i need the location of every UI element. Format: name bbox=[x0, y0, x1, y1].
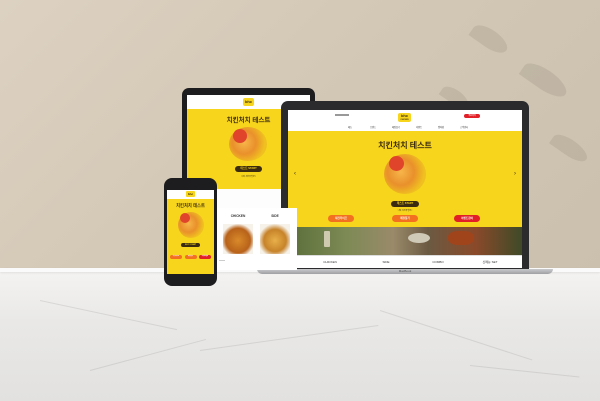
nav-item[interactable]: 브랜드 bbox=[370, 125, 376, 129]
header-utility-icons bbox=[335, 114, 349, 116]
nav-item[interactable]: 매장찾기 bbox=[392, 125, 400, 129]
event-button[interactable]: 이벤트참여 bbox=[199, 255, 211, 259]
category-tab-combo[interactable]: COMBO bbox=[418, 260, 458, 264]
category-tab-chicken[interactable]: CHICKEN bbox=[310, 260, 350, 264]
plate-image bbox=[408, 233, 430, 243]
test-start-button[interactable]: 테스트 START bbox=[391, 201, 419, 207]
phone-logo[interactable]: bhc bbox=[186, 191, 195, 197]
logo-text: bhc bbox=[244, 99, 253, 104]
category-tab-side[interactable]: SIDE bbox=[366, 260, 406, 264]
home-indicator bbox=[219, 260, 225, 261]
laptop-base-label: MacBook bbox=[398, 269, 412, 273]
logo-text: bhc bbox=[187, 192, 194, 196]
event-button[interactable]: 이벤트참여 bbox=[454, 215, 480, 222]
phone-device: bhc 치킨처치 테스트 테스트 START 치킨라이프 매장찾기 이벤트참여 bbox=[164, 178, 217, 286]
chicken-life-button[interactable]: 치킨라이프 bbox=[170, 255, 182, 259]
nav-item[interactable]: 멤버쉽 bbox=[438, 125, 444, 129]
glass-image bbox=[324, 231, 330, 247]
mascot-red bbox=[389, 156, 404, 171]
order-button[interactable]: 주문하기 bbox=[464, 114, 480, 118]
next-arrow-icon[interactable]: › bbox=[514, 171, 516, 177]
chicken-life-button[interactable]: 치킨라이프 bbox=[328, 215, 354, 222]
nav-item[interactable]: 이벤트 bbox=[416, 125, 422, 129]
mascot-red bbox=[233, 129, 247, 143]
phone-screen: bhc 치킨처치 테스트 테스트 START 치킨라이프 매장찾기 이벤트참여 bbox=[167, 190, 214, 274]
category-bar: CHICKEN SIDE COMBO 신메뉴 SET bbox=[288, 255, 522, 268]
laptop-lid: bhc CHICKEN 주문하기 메뉴 브랜드 매장찾기 이벤트 멤버쉽 고객센… bbox=[281, 101, 529, 271]
phone-hero: 치킨처치 테스트 테스트 START 치킨라이프 매장찾기 이벤트참여 bbox=[167, 199, 214, 274]
hero-title: 치킨처치 테스트 bbox=[378, 141, 432, 150]
chicken-image bbox=[448, 231, 474, 245]
logo-text: bhc bbox=[400, 113, 409, 118]
tablet-logo[interactable]: bhc bbox=[243, 98, 254, 106]
store-finder-button[interactable]: 매장찾기 bbox=[392, 215, 418, 222]
chicken-product-image[interactable] bbox=[223, 224, 253, 254]
laptop-logo[interactable]: bhc CHICKEN bbox=[398, 113, 411, 122]
prev-arrow-icon[interactable]: ‹ bbox=[294, 171, 296, 177]
laptop-base: MacBook bbox=[257, 269, 553, 274]
menu-tab-side[interactable]: SIDE bbox=[259, 214, 291, 218]
store-finder-button[interactable]: 매장찾기 bbox=[184, 255, 197, 259]
menu-tab-chicken[interactable]: CHICKEN bbox=[222, 214, 254, 218]
test-start-button[interactable]: 테스트 START bbox=[235, 166, 262, 172]
side-product-image[interactable] bbox=[260, 224, 290, 254]
nav-item[interactable]: 고객센터 bbox=[460, 125, 468, 129]
laptop-screen: bhc CHICKEN 주문하기 메뉴 브랜드 매장찾기 이벤트 멤버쉽 고객센… bbox=[288, 110, 522, 268]
laptop-header: bhc CHICKEN 주문하기 메뉴 브랜드 매장찾기 이벤트 멤버쉽 고객센… bbox=[288, 110, 522, 130]
food-photo-strip bbox=[288, 227, 522, 255]
laptop-hero: 치킨처치 테스트 ‹ › 테스트 START 나의 치킨유형은? 치킨라이프 매… bbox=[288, 131, 522, 227]
nav-item[interactable]: 메뉴 bbox=[348, 125, 352, 129]
category-tab-set[interactable]: 신메뉴 SET bbox=[470, 260, 510, 264]
hero-title: 치킨처치 테스트 bbox=[176, 203, 205, 208]
test-start-button[interactable]: 테스트 START bbox=[181, 243, 200, 247]
marble-counter bbox=[0, 270, 600, 401]
hero-subtitle: 나의 치킨유형은? bbox=[397, 210, 413, 212]
leaf-shadow bbox=[518, 57, 572, 103]
leaf-shadow bbox=[549, 129, 591, 167]
leaf-shadow bbox=[468, 20, 512, 58]
mascot-red bbox=[180, 213, 190, 223]
tablet-menu-panel: CHICKEN SIDE bbox=[217, 208, 297, 270]
logo-sub: CHICKEN bbox=[400, 119, 409, 121]
